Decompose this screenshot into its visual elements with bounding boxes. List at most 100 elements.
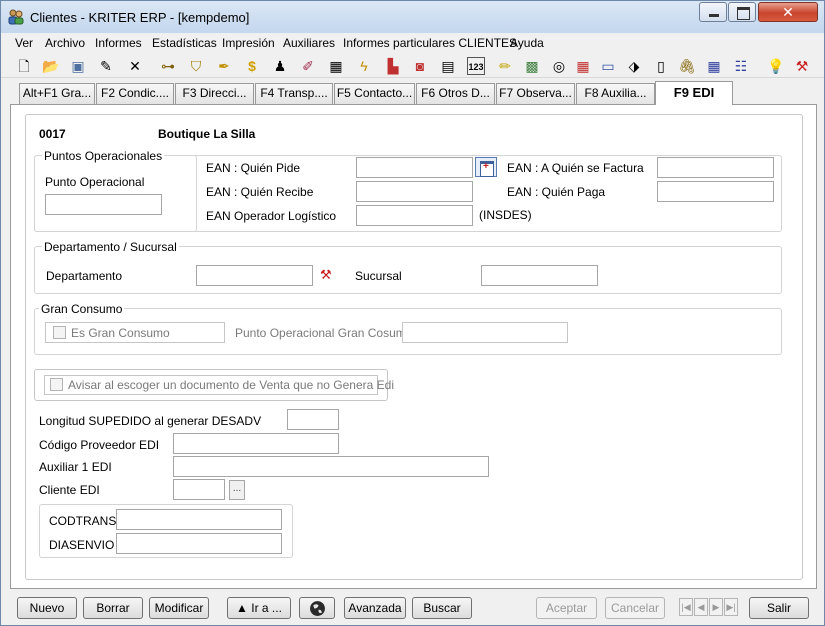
list-icon[interactable]: ☷	[732, 57, 750, 75]
ean-logistico-input[interactable]	[356, 205, 473, 226]
ean-paga-label: EAN : Quién Paga	[507, 185, 606, 199]
menu-informes-particulares[interactable]: Informes particulares CLIENTES	[343, 36, 517, 50]
close-button[interactable]: ✕	[758, 2, 818, 22]
web-button[interactable]	[299, 597, 335, 619]
menu-archivo[interactable]: Archivo	[45, 36, 85, 50]
borrar-button[interactable]: Borrar	[83, 597, 143, 619]
gran-consumo-checkbox[interactable]	[53, 326, 66, 339]
tools-icon[interactable]: ⚒	[793, 57, 811, 75]
ean-pide-input[interactable]	[356, 157, 473, 178]
last-record-button[interactable]: ▶|	[724, 598, 738, 616]
image-icon[interactable]: ▩	[523, 57, 541, 75]
stamp-icon[interactable]: ♟	[271, 57, 289, 75]
money-icon[interactable]: $	[243, 57, 261, 75]
pencil-icon[interactable]: ✏	[496, 57, 514, 75]
close-icon: ✕	[782, 4, 794, 20]
insdes-label: (INSDES)	[479, 208, 532, 222]
open-folder-icon[interactable]: 📂	[42, 57, 60, 75]
lightning-icon[interactable]: ϟ	[355, 57, 373, 75]
tab-observaciones[interactable]: F7 Observa...	[496, 83, 575, 104]
grid-icon[interactable]: ▦	[327, 57, 345, 75]
next-record-button[interactable]: ▶	[709, 598, 723, 616]
menu-ver[interactable]: Ver	[15, 36, 33, 50]
longitud-input[interactable]	[287, 409, 339, 430]
ean-recibe-input[interactable]	[356, 181, 473, 202]
salir-button[interactable]: Salir	[749, 597, 809, 619]
menu-informes[interactable]: Informes	[95, 36, 142, 50]
minimize-button[interactable]	[699, 2, 727, 22]
maximize-button[interactable]	[728, 2, 756, 22]
first-record-button[interactable]: |◀	[679, 598, 693, 616]
delete-icon[interactable]: ✕	[126, 57, 144, 75]
filter-icon[interactable]: ⛉	[187, 57, 205, 75]
modificar-button[interactable]: Modificar	[149, 597, 209, 619]
calendar-icon[interactable]	[475, 157, 497, 177]
menu-auxiliares[interactable]: Auxiliares	[283, 36, 335, 50]
menu-estadisticas[interactable]: Estadísticas	[152, 36, 217, 50]
tree-icon[interactable]: ⊶	[159, 57, 177, 75]
puntos-operacionales-title: Puntos Operacionales	[42, 149, 165, 163]
cliente-edi-input[interactable]	[173, 479, 225, 500]
departamento-input[interactable]	[196, 265, 313, 286]
paint-icon[interactable]: ✐	[299, 57, 317, 75]
table-icon[interactable]: ▦	[705, 57, 723, 75]
departamento-title: Departamento / Sucursal	[42, 240, 179, 254]
tools-icon[interactable]: ⚒	[320, 267, 332, 283]
cancelar-button[interactable]: Cancelar	[605, 597, 665, 619]
tab-edi[interactable]: F9 EDI	[655, 81, 733, 105]
prev-record-button[interactable]: ◀	[694, 598, 708, 616]
codtrans-label: CODTRANS	[49, 514, 117, 528]
nuevo-button[interactable]: Nuevo	[17, 597, 77, 619]
form-icon[interactable]: ▤	[439, 57, 457, 75]
aceptar-button[interactable]: Aceptar	[536, 597, 597, 619]
bottom-button-bar: Nuevo Borrar Modificar ▲ Ir a ... Avanza…	[1, 593, 824, 625]
departamento-label: Departamento	[46, 269, 123, 283]
diasenvio-input[interactable]	[116, 533, 282, 554]
avisar-checkbox[interactable]	[50, 378, 63, 391]
tab-strip: Alt+F1 Gra... F2 Condic.... F3 Direcci..…	[1, 81, 824, 105]
calendar-icon[interactable]: ▭	[599, 57, 617, 75]
cliente-edi-browse-button[interactable]: ...	[229, 480, 245, 500]
auxiliar-input[interactable]	[173, 456, 489, 477]
tab-otros-datos[interactable]: F6 Otros D...	[416, 83, 495, 104]
ean-factura-input[interactable]	[657, 157, 774, 178]
ean-paga-input[interactable]	[657, 181, 774, 202]
calculator-icon[interactable]: ▦	[574, 57, 592, 75]
menu-ayuda[interactable]: Ayuda	[510, 36, 544, 50]
lightbulb-icon[interactable]: 💡	[767, 57, 785, 75]
tab-auxiliares[interactable]: F8 Auxilia...	[576, 83, 655, 104]
avanzada-button[interactable]: Avanzada	[344, 597, 406, 619]
sucursal-input[interactable]	[481, 265, 598, 286]
app-people-icon	[8, 9, 24, 25]
edit-icon[interactable]: ✎	[97, 57, 115, 75]
tab-contactos[interactable]: F5 Contacto...	[334, 83, 415, 104]
codigo-proveedor-input[interactable]	[173, 433, 339, 454]
punto-gran-consumo-input[interactable]	[402, 322, 568, 343]
new-document-icon[interactable]: 🗋	[15, 57, 33, 75]
number-icon[interactable]: 123	[467, 57, 485, 75]
window-title: Clientes - KRITER ERP - [kempdemo]	[30, 10, 250, 25]
tab-direcciones[interactable]: F3 Direcci...	[175, 83, 254, 104]
save-icon[interactable]: ▣	[69, 57, 87, 75]
menu-impresion[interactable]: Impresión	[222, 36, 275, 50]
ir-a-button[interactable]: ▲ Ir a ...	[227, 597, 291, 619]
notes-icon[interactable]: ▯	[652, 57, 670, 75]
cd-icon[interactable]: ◎	[550, 57, 568, 75]
longitud-label: Longitud SUPEDIDO al generar DESADV	[39, 414, 262, 428]
punto-operacional-input[interactable]	[45, 194, 162, 215]
title-bar: Clientes - KRITER ERP - [kempdemo] ✕	[1, 1, 824, 33]
attachment-icon[interactable]: 🖇	[678, 57, 696, 75]
bar-chart-icon[interactable]: ▙	[384, 57, 402, 75]
cliente-edi-label: Cliente EDI	[39, 483, 100, 497]
codtrans-input[interactable]	[116, 509, 282, 530]
auxiliar-label: Auxiliar 1 EDI	[39, 460, 112, 474]
tab-condiciones[interactable]: F2 Condic....	[96, 83, 174, 104]
ean-pide-label: EAN : Quién Pide	[206, 161, 301, 175]
box-icon[interactable]: ⬗	[625, 57, 643, 75]
buscar-button[interactable]: Buscar	[412, 597, 472, 619]
tab-transportes[interactable]: F4 Transp....	[255, 83, 333, 104]
toolbar: 🗋 📂 ▣ ✎ ✕ ⊶ ⛉ ✒ $ ♟ ✐ ▦ ϟ ▙ ◙ ▤ 123 ✏ ▩ …	[1, 54, 824, 78]
tab-graficos[interactable]: Alt+F1 Gra...	[19, 83, 95, 104]
camera-icon[interactable]: ◙	[411, 57, 429, 75]
pen-icon[interactable]: ✒	[215, 57, 233, 75]
